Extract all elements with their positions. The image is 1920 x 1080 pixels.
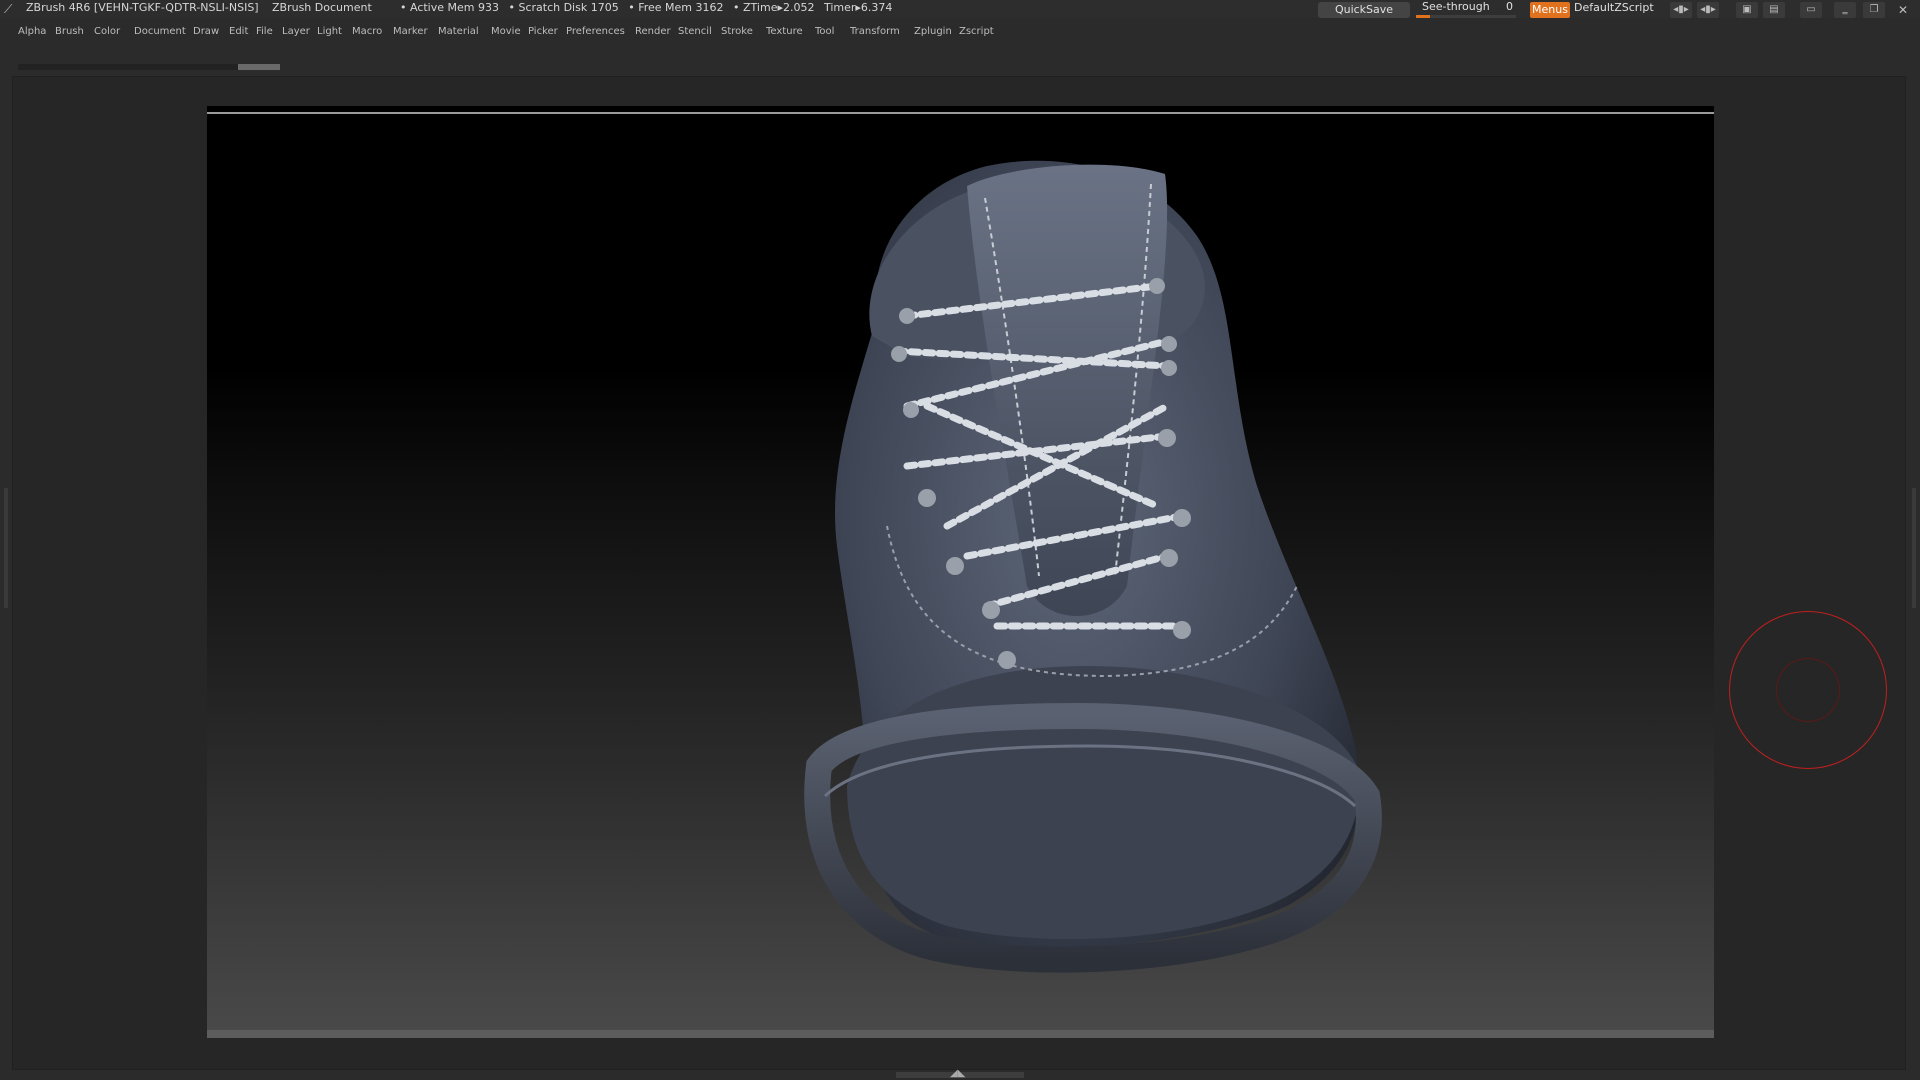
canvas-top-border bbox=[207, 112, 1714, 114]
progress-bar-fill bbox=[238, 64, 280, 70]
menu-zplugin[interactable]: Zplugin bbox=[914, 26, 952, 37]
timer-stat: Timer▸6.374 bbox=[823, 1, 893, 14]
close-icon[interactable]: ✕ bbox=[1892, 2, 1914, 18]
menu-preferences[interactable]: Preferences bbox=[566, 26, 625, 37]
brush-cursor-inner-ring bbox=[1776, 658, 1840, 722]
menu-bar: Alpha Brush Color Document Draw Edit Fil… bbox=[0, 24, 1920, 42]
see-through-label: See-through bbox=[1422, 0, 1490, 13]
menu-color[interactable]: Color bbox=[94, 26, 120, 37]
menu-layer[interactable]: Layer bbox=[282, 26, 310, 37]
menu-tool[interactable]: Tool bbox=[815, 26, 834, 37]
memory-stats: • Active Mem 933 • Scratch Disk 1705 • F… bbox=[400, 1, 898, 14]
menu-document[interactable]: Document bbox=[134, 26, 186, 37]
right-tray-handle[interactable] bbox=[1912, 488, 1916, 608]
left-tray-handle[interactable] bbox=[4, 488, 8, 608]
menu-zscript[interactable]: Zscript bbox=[959, 26, 994, 37]
menu-brush[interactable]: Brush bbox=[55, 26, 84, 37]
restore-icon[interactable]: ❐ bbox=[1863, 2, 1885, 18]
menu-macro[interactable]: Macro bbox=[352, 26, 382, 37]
zbrush-logo-icon: ⟋ bbox=[4, 2, 13, 16]
menu-texture[interactable]: Texture bbox=[766, 26, 803, 37]
menu-movie[interactable]: Movie bbox=[491, 26, 521, 37]
menu-material[interactable]: Material bbox=[438, 26, 479, 37]
see-through-slider[interactable]: See-through 0 bbox=[1414, 0, 1518, 20]
layout-next-icon[interactable]: ◂▮▸ bbox=[1697, 2, 1719, 18]
boot-model-render bbox=[804, 160, 1382, 973]
scratch-disk-stat: • Scratch Disk 1705 bbox=[508, 1, 619, 14]
menu-stroke[interactable]: Stroke bbox=[721, 26, 753, 37]
see-through-value: 0 bbox=[1506, 0, 1513, 13]
menu-file[interactable]: File bbox=[256, 26, 273, 37]
minimize-icon[interactable]: ‗ bbox=[1834, 2, 1856, 18]
ui-layout-icon[interactable]: ▤ bbox=[1763, 2, 1785, 18]
menu-render[interactable]: Render bbox=[635, 26, 671, 37]
layout-prev-icon[interactable]: ◂▮▸ bbox=[1670, 2, 1692, 18]
menu-transform[interactable]: Transform bbox=[850, 26, 900, 37]
menu-draw[interactable]: Draw bbox=[193, 26, 219, 37]
lock-icon[interactable]: ▭ bbox=[1800, 2, 1822, 18]
document-title: ZBrush Document bbox=[272, 1, 372, 14]
menu-picker[interactable]: Picker bbox=[528, 26, 558, 37]
menus-toggle-button[interactable]: Menus bbox=[1530, 2, 1570, 18]
see-through-fill bbox=[1416, 15, 1430, 18]
title-bar: ⟋ ZBrush 4R6 [VEHN-TGKF-QDTR-NSLI-NSIS] … bbox=[0, 0, 1920, 18]
canvas-viewport[interactable] bbox=[207, 106, 1714, 1038]
progress-bar bbox=[18, 64, 280, 70]
menu-edit[interactable]: Edit bbox=[229, 26, 248, 37]
app-title: ZBrush 4R6 [VEHN-TGKF-QDTR-NSLI-NSIS] bbox=[26, 1, 259, 14]
menu-alpha[interactable]: Alpha bbox=[18, 26, 46, 37]
expand-arrows-icon[interactable]: ◢◣ bbox=[950, 1068, 965, 1079]
quicksave-button[interactable]: QuickSave bbox=[1318, 2, 1410, 18]
menu-stencil[interactable]: Stencil bbox=[678, 26, 712, 37]
menu-marker[interactable]: Marker bbox=[393, 26, 428, 37]
free-mem-stat: • Free Mem 3162 bbox=[628, 1, 724, 14]
color-scheme-icon[interactable]: ▣ bbox=[1736, 2, 1758, 18]
see-through-track[interactable] bbox=[1416, 15, 1516, 18]
ztime-stat: • ZTime▸2.052 bbox=[733, 1, 815, 14]
active-mem-stat: • Active Mem 933 bbox=[400, 1, 499, 14]
default-zscript-button[interactable]: DefaultZScript bbox=[1574, 1, 1654, 14]
menu-light[interactable]: Light bbox=[317, 26, 342, 37]
canvas-bottom-border bbox=[207, 1030, 1714, 1038]
